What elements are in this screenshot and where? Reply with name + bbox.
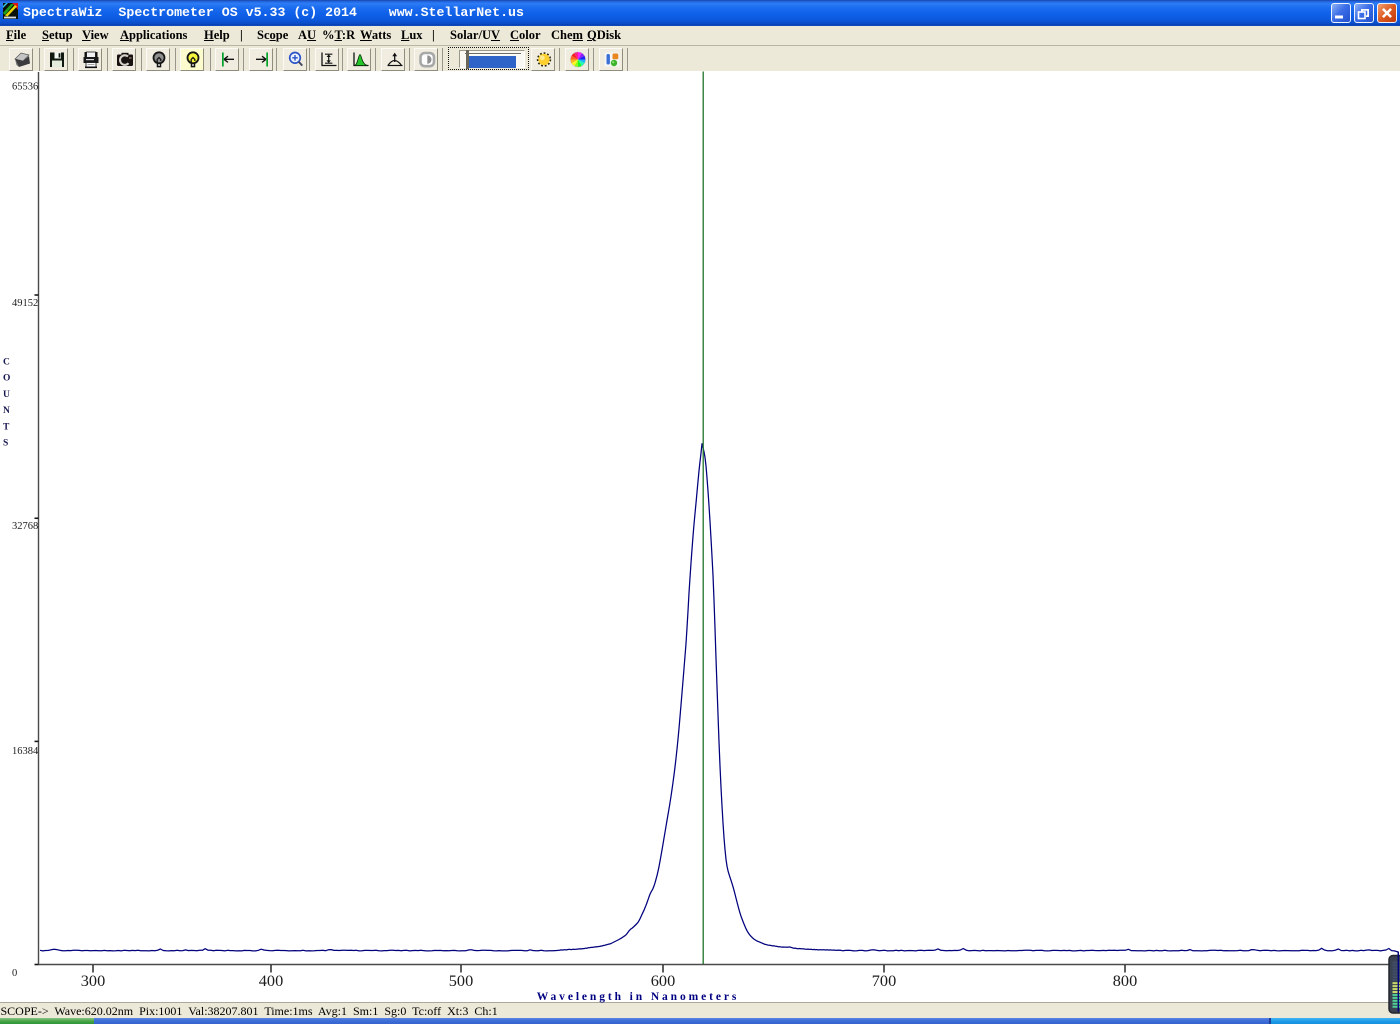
svg-text:0: 0 bbox=[12, 968, 17, 979]
svg-text:32768: 32768 bbox=[12, 521, 38, 532]
svg-text:N: N bbox=[3, 406, 10, 416]
svg-text:300: 300 bbox=[81, 971, 105, 990]
svg-text:800: 800 bbox=[1113, 971, 1137, 990]
svg-text:Wavelength in Nanometers: Wavelength in Nanometers bbox=[537, 991, 739, 1003]
svg-text:400: 400 bbox=[259, 971, 283, 990]
svg-text:49152: 49152 bbox=[12, 298, 38, 309]
svg-text:16384: 16384 bbox=[12, 746, 39, 757]
svg-text:O: O bbox=[3, 374, 10, 384]
svg-text:65536: 65536 bbox=[12, 82, 38, 93]
svg-text:500: 500 bbox=[449, 971, 473, 990]
svg-text:U: U bbox=[3, 390, 10, 400]
svg-text:600: 600 bbox=[651, 971, 675, 990]
svg-text:S: S bbox=[3, 439, 8, 449]
svg-text:T: T bbox=[3, 422, 10, 432]
svg-text:700: 700 bbox=[872, 971, 896, 990]
svg-text:C: C bbox=[3, 358, 10, 368]
